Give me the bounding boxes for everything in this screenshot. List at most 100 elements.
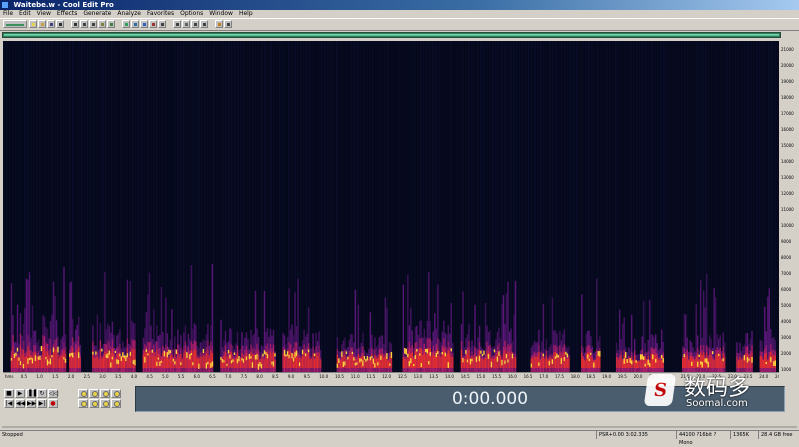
zoom-in-vertical-button[interactable] xyxy=(111,389,121,398)
speech-energy-band xyxy=(186,358,188,368)
spectral-noise xyxy=(675,41,677,372)
speech-energy-band xyxy=(489,352,491,368)
frequency-button[interactable] xyxy=(200,20,208,28)
copy-button[interactable] xyxy=(89,20,97,28)
menu-item-effects[interactable]: Effects xyxy=(57,10,77,17)
marker-button[interactable] xyxy=(149,20,157,28)
speech-energy-band xyxy=(256,351,258,368)
open-file-button[interactable] xyxy=(38,20,46,28)
speech-energy-band xyxy=(375,358,378,368)
zoom-out-horizontal-button[interactable] xyxy=(89,389,99,398)
speech-energy-band xyxy=(42,346,44,368)
speech-energy-peak xyxy=(483,350,485,355)
track-button[interactable] xyxy=(158,20,166,28)
undo-button[interactable] xyxy=(56,20,64,28)
cd-button[interactable] xyxy=(182,20,190,28)
menu-item-edit[interactable]: Edit xyxy=(19,10,31,17)
zoom-out-vertical-button[interactable] xyxy=(111,399,121,408)
spectral-noise xyxy=(585,41,587,372)
go-to-start-button[interactable]: |◀ xyxy=(4,399,14,408)
mix-paste-button[interactable] xyxy=(107,20,115,28)
zoom-right-button[interactable] xyxy=(100,399,110,408)
new-file-button[interactable] xyxy=(29,20,37,28)
redo-button[interactable] xyxy=(71,20,79,28)
speech-energy-band xyxy=(585,353,587,368)
speech-energy-peak xyxy=(698,354,700,358)
spectral-noise xyxy=(372,41,374,372)
zoom-selection-button[interactable] xyxy=(78,399,88,408)
speech-energy-band xyxy=(429,348,431,368)
speech-energy-peak xyxy=(259,361,261,367)
info-button[interactable] xyxy=(224,20,232,28)
spectral-noise xyxy=(555,41,557,372)
play-button[interactable]: ▶ xyxy=(15,389,25,398)
menu-item-file[interactable]: File xyxy=(3,10,13,17)
speech-energy-band xyxy=(132,349,135,368)
speech-energy-peak xyxy=(410,358,412,364)
spectral-noise xyxy=(540,41,542,372)
speech-energy-peak xyxy=(30,357,32,360)
zoom-left-button[interactable] xyxy=(89,399,99,408)
back-button[interactable]: ◀◀ xyxy=(15,399,25,408)
speech-energy-peak xyxy=(198,363,200,369)
spectral-noise xyxy=(144,41,146,372)
forward-button[interactable]: ▶▶ xyxy=(26,399,36,408)
zoom-in-horizontal-icon xyxy=(81,391,87,397)
settings-button[interactable] xyxy=(191,20,199,28)
spectral-noise xyxy=(177,41,179,372)
speech-energy-peak xyxy=(425,348,427,352)
noise-button[interactable] xyxy=(131,20,139,28)
menu-item-window[interactable]: Window xyxy=(209,10,233,17)
speech-energy-peak xyxy=(712,351,714,355)
cut-button[interactable] xyxy=(80,20,88,28)
menu-item-view[interactable]: View xyxy=(37,10,51,17)
zoom-in-horizontal-button[interactable] xyxy=(78,389,88,398)
time-label: 8.5 xyxy=(272,374,279,379)
speech-energy-peak xyxy=(229,354,231,359)
speech-energy-peak xyxy=(263,350,266,355)
status-free-space: 28.4 GB free xyxy=(758,431,799,439)
spectral-noise xyxy=(468,41,470,372)
effects-button[interactable] xyxy=(122,20,130,28)
speech-energy-peak xyxy=(557,355,560,358)
speech-energy-band xyxy=(440,356,442,368)
spectral-noise xyxy=(528,41,530,372)
spectral-noise xyxy=(603,41,605,372)
speech-energy-band xyxy=(378,354,381,368)
menu-item-options[interactable]: Options xyxy=(180,10,203,17)
save-button[interactable] xyxy=(47,20,55,28)
time-label: 7.0 xyxy=(225,374,232,379)
spectral-noise xyxy=(627,41,629,372)
speech-energy-peak xyxy=(407,353,409,358)
speech-energy-band xyxy=(616,356,618,368)
multitrack-button[interactable] xyxy=(173,20,181,28)
menu-item-help[interactable]: Help xyxy=(239,10,253,17)
speech-energy-peak xyxy=(774,360,776,366)
menu-item-generate[interactable]: Generate xyxy=(83,10,111,17)
zoom-full-button[interactable] xyxy=(100,389,110,398)
speech-energy-peak xyxy=(447,362,449,368)
menu-item-analyze[interactable]: Analyze xyxy=(117,10,141,17)
spectral-noise xyxy=(732,41,734,372)
frequency-label: 5000 xyxy=(781,303,792,308)
spectral-display[interactable] xyxy=(3,41,779,372)
speech-energy-band xyxy=(620,355,622,368)
rewind-button[interactable]: ◁◁ xyxy=(48,389,58,398)
spectral-noise xyxy=(654,41,656,372)
menu-bar: File Edit View Effects Generate Analyze Favori… xyxy=(0,10,799,18)
stop-button[interactable]: ■ xyxy=(4,389,14,398)
noise-icon xyxy=(134,23,137,26)
waveform-view-button[interactable] xyxy=(3,20,27,28)
record-button[interactable]: ● xyxy=(48,399,58,408)
speech-energy-peak xyxy=(257,363,260,370)
speech-energy-peak xyxy=(232,359,234,363)
go-to-end-button[interactable]: ▶| xyxy=(37,399,47,408)
paste-button[interactable] xyxy=(98,20,106,28)
pause-button[interactable]: ▐▐ xyxy=(26,389,36,398)
waveform-range-bar[interactable] xyxy=(2,32,781,38)
spectral-view-button[interactable] xyxy=(215,20,223,28)
frequency-label: 21000 xyxy=(781,47,794,52)
spectrum-button[interactable] xyxy=(140,20,148,28)
play-looped-button[interactable]: ↻ xyxy=(37,389,47,398)
menu-item-favorites[interactable]: Favorites xyxy=(147,10,174,17)
